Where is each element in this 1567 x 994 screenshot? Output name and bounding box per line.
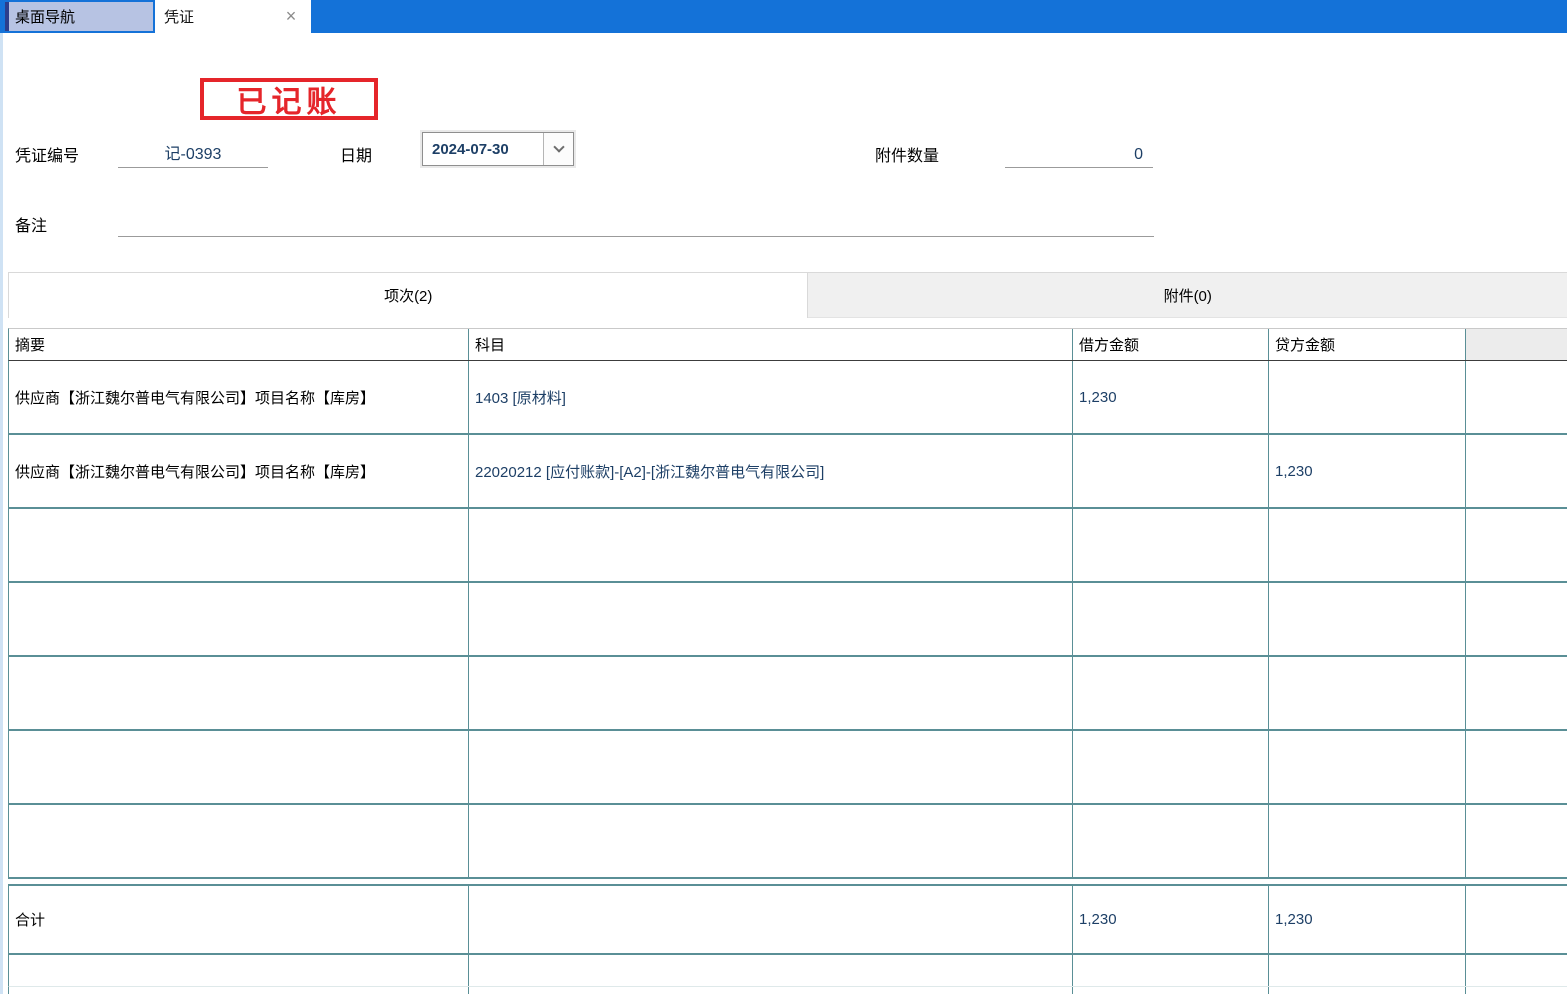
cell-summary[interactable]: 供应商【浙江魏尔普电气有限公司】项目名称【库房】 <box>9 435 469 507</box>
table-row <box>8 657 1567 731</box>
cell-debit[interactable] <box>1073 955 1269 986</box>
cell-debit <box>1073 987 1269 994</box>
voucher-no-value: 记-0393 <box>118 140 268 167</box>
titlebar: 桌面导航 凭证 × <box>0 0 1567 33</box>
cell-summary[interactable] <box>9 955 469 986</box>
cell-account[interactable]: 1403 [原材料] <box>469 361 1073 433</box>
total-account-cell <box>469 886 1073 953</box>
table-row <box>8 509 1567 583</box>
voucher-no-label: 凭证编号 <box>15 142 79 166</box>
date-value: 2024-07-30 <box>423 141 543 158</box>
date-dropdown-button[interactable] <box>543 133 573 165</box>
table-header-row: 摘要 科目 借方金额 贷方金额 <box>8 328 1567 361</box>
cell-account[interactable] <box>469 955 1073 986</box>
cell-account[interactable] <box>469 583 1073 655</box>
cell-credit[interactable] <box>1269 361 1466 433</box>
tab-desktop-navigation[interactable]: 桌面导航 <box>5 2 153 31</box>
tab-items-label: 项次(2) <box>384 285 432 306</box>
cell-extra[interactable] <box>1466 509 1567 581</box>
voucher-window: 桌面导航 凭证 × 已记账 凭证编号 记-0393 日期 2024-07-30 … <box>0 0 1567 994</box>
cell-debit[interactable] <box>1073 731 1269 803</box>
window-left-edge <box>0 33 3 994</box>
cell-summary[interactable] <box>9 583 469 655</box>
column-header-account: 科目 <box>469 329 1073 360</box>
table-row <box>8 987 1567 994</box>
column-header-extra <box>1466 329 1567 360</box>
table-row <box>8 731 1567 805</box>
tab-desktop-navigation-label: 桌面导航 <box>15 6 75 27</box>
column-header-debit: 借方金额 <box>1073 329 1269 360</box>
table-row: 供应商【浙江魏尔普电气有限公司】项目名称【库房】 1403 [原材料] 1,23… <box>8 361 1567 435</box>
cell-debit[interactable] <box>1073 657 1269 729</box>
entries-table: 摘要 科目 借方金额 贷方金额 供应商【浙江魏尔普电气有限公司】项目名称【库房】… <box>8 328 1567 994</box>
cell-credit[interactable] <box>1269 657 1466 729</box>
cell-extra[interactable] <box>1466 955 1567 986</box>
total-debit: 1,230 <box>1073 886 1269 953</box>
cell-summary <box>9 987 469 994</box>
cell-extra[interactable] <box>1466 731 1567 803</box>
cell-account[interactable] <box>469 657 1073 729</box>
cell-extra <box>1466 987 1567 994</box>
cell-extra[interactable] <box>1466 805 1567 877</box>
tab-voucher-label: 凭证 <box>164 6 194 27</box>
cell-extra[interactable] <box>1466 657 1567 729</box>
section-tabs: 项次(2) 附件(0) <box>8 272 1567 318</box>
table-row <box>8 955 1567 987</box>
cell-account[interactable] <box>469 731 1073 803</box>
attachment-count-field[interactable]: 0 <box>1005 132 1153 168</box>
cell-extra[interactable] <box>1466 435 1567 507</box>
tab-voucher[interactable]: 凭证 × <box>155 0 311 33</box>
total-row: 合计 1,230 1,230 <box>8 884 1567 955</box>
date-label: 日期 <box>340 142 372 166</box>
cell-summary[interactable] <box>9 509 469 581</box>
remarks-field[interactable] <box>118 201 1154 237</box>
cell-credit <box>1269 987 1466 994</box>
cell-credit[interactable]: 1,230 <box>1269 435 1466 507</box>
total-extra-cell <box>1466 886 1567 953</box>
cell-summary[interactable]: 供应商【浙江魏尔普电气有限公司】项目名称【库房】 <box>9 361 469 433</box>
table-row <box>8 805 1567 879</box>
cell-debit[interactable]: 1,230 <box>1073 361 1269 433</box>
voucher-no-field[interactable]: 记-0393 <box>118 132 268 168</box>
chevron-down-icon <box>553 141 564 152</box>
cell-summary[interactable] <box>9 805 469 877</box>
cell-credit[interactable] <box>1269 583 1466 655</box>
tab-items[interactable]: 项次(2) <box>9 273 808 318</box>
cell-credit[interactable] <box>1269 731 1466 803</box>
cell-debit[interactable] <box>1073 805 1269 877</box>
posted-stamp: 已记账 <box>200 78 378 120</box>
cell-credit[interactable] <box>1269 509 1466 581</box>
cell-extra[interactable] <box>1466 361 1567 433</box>
table-row <box>8 583 1567 657</box>
cell-account[interactable]: 22020212 [应付账款]-[A2]-[浙江魏尔普电气有限公司] <box>469 435 1073 507</box>
column-header-credit: 贷方金额 <box>1269 329 1466 360</box>
cell-debit[interactable] <box>1073 509 1269 581</box>
attachment-count-value: 0 <box>1005 146 1153 167</box>
cell-account <box>469 987 1073 994</box>
cell-account[interactable] <box>469 805 1073 877</box>
date-picker[interactable]: 2024-07-30 <box>422 132 574 166</box>
remarks-value <box>118 233 1154 236</box>
cell-account[interactable] <box>469 509 1073 581</box>
cell-credit[interactable] <box>1269 805 1466 877</box>
table-row: 供应商【浙江魏尔普电气有限公司】项目名称【库房】 22020212 [应付账款]… <box>8 435 1567 509</box>
total-credit: 1,230 <box>1269 886 1466 953</box>
cell-summary[interactable] <box>9 731 469 803</box>
close-icon[interactable]: × <box>281 6 301 26</box>
attachment-count-label: 附件数量 <box>875 142 939 166</box>
cell-extra[interactable] <box>1466 583 1567 655</box>
tab-attachments-label: 附件(0) <box>1164 285 1212 306</box>
remarks-label: 备注 <box>15 212 47 236</box>
total-label: 合计 <box>9 886 469 953</box>
posted-stamp-label: 已记账 <box>237 77 342 121</box>
cell-credit[interactable] <box>1269 955 1466 986</box>
cell-summary[interactable] <box>9 657 469 729</box>
cell-debit[interactable] <box>1073 435 1269 507</box>
column-header-summary: 摘要 <box>9 329 469 360</box>
cell-debit[interactable] <box>1073 583 1269 655</box>
tab-attachments[interactable]: 附件(0) <box>808 273 1567 318</box>
